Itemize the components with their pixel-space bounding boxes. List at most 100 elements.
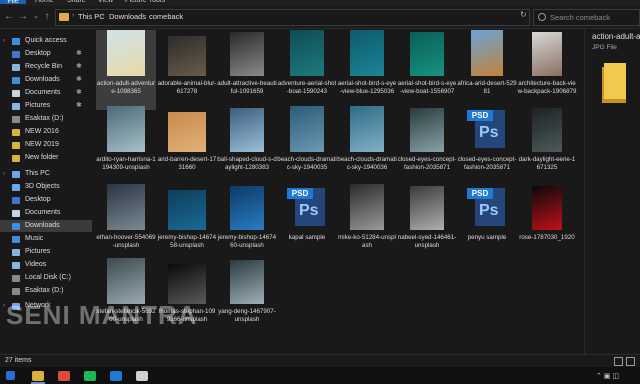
sidebar-item-documents[interactable]: Documents ✱ (0, 87, 92, 99)
file-tile[interactable]: jeremy-bishop-1467458-unsplash (157, 184, 217, 264)
chrome-icon[interactable] (58, 371, 70, 381)
file-tile[interactable]: action-adult-adventure-1098365 (96, 30, 156, 110)
up-arrow-icon[interactable]: ↑ (41, 10, 53, 24)
search-icon (538, 13, 546, 21)
file-tile[interactable]: aerial-shot-bird-s-eye-view-boat-1556907 (397, 30, 457, 110)
sidebar-item-downloads[interactable]: Downloads (0, 220, 92, 232)
image-thumbnail (168, 264, 206, 304)
file-name: penyu sample (467, 234, 507, 241)
tab-picture-tools[interactable]: Picture Tools (125, 0, 165, 5)
file-tile[interactable]: PSD Ps closed-eyes-concept-fashion-2035871 (457, 106, 517, 186)
file-name: yang-deng-1467907-unsplash (218, 308, 276, 323)
file-tile[interactable]: aerial-shot-bird-s-eye-view-blue-1295036 (337, 30, 397, 110)
breadcrumb-this-pc[interactable]: This PC (78, 12, 105, 21)
sidebar-item-pictures[interactable]: Pictures (0, 246, 92, 258)
sidebar-item-esaktax-d[interactable]: Esaktax (D:) (0, 285, 92, 297)
image-thumbnail (230, 32, 264, 76)
sidebar-item-new-folder[interactable]: New folder (0, 152, 92, 164)
file-tile[interactable]: beach-clouds-dramatic-sky-1940035 (277, 106, 337, 186)
tab-share[interactable]: Share (67, 0, 86, 5)
sidebar-item-pictures[interactable]: Pictures ✱ (0, 100, 92, 112)
file-tile[interactable]: jeremy-bishop-1467460-unsplash (217, 184, 277, 264)
search-input[interactable]: Search comeback (533, 9, 640, 26)
sidebar-item-label: Videos (25, 261, 47, 268)
file-tile[interactable]: adventure-aerial-shot-boat-1590243 (277, 30, 337, 110)
sidebar-item-documents[interactable]: Documents (0, 207, 92, 219)
file-name: arid-barren-desert-1731660 (157, 156, 217, 171)
file-tile[interactable]: ball-shaped-cloud-s-daylight-1280383 (217, 106, 277, 186)
tab-file[interactable]: File (0, 0, 26, 5)
image-thumbnail (350, 106, 384, 152)
chevron-right-icon[interactable]: › (3, 35, 5, 47)
chevron-right-icon[interactable]: › (3, 300, 5, 312)
file-name: closed-eyes-concept-fashion-2035871 (457, 156, 517, 171)
large-icons-view-icon[interactable] (626, 357, 635, 366)
sidebar-item-downloads[interactable]: Downloads ✱ (0, 74, 92, 86)
file-tile[interactable]: ardito-ryan-harrisna-1194309-unsplash (96, 106, 156, 186)
file-tile[interactable]: ethan-hoover-554069-unsplash (96, 184, 156, 264)
sidebar-item-this-pc[interactable]: › This PC (0, 168, 92, 180)
file-tile[interactable]: africa-arid-desert-52981 (457, 30, 517, 110)
sidebar-item-3d-objects[interactable]: 3D Objects (0, 181, 92, 193)
image-thumbnail (532, 186, 562, 230)
file-tile[interactable]: closed-eyes-concept-fashion-2035871 (397, 106, 457, 186)
file-tile[interactable]: yang-deng-1467907-unsplash (217, 258, 277, 338)
file-tile[interactable]: PSD Ps kapal sample (277, 184, 337, 264)
file-tile[interactable]: architecture-back-view-backpack-1906879 (517, 30, 577, 110)
sidebar-item-music[interactable]: Music (0, 233, 92, 245)
file-name: adorable-animal-blur-617278 (157, 80, 217, 95)
file-tile[interactable]: beach-clouds-dramatic-sky-1940036 (337, 106, 397, 186)
sidebar-item-label: New folder (25, 154, 59, 161)
download-icon (12, 77, 20, 84)
breadcrumb-comeback[interactable]: comeback (149, 12, 183, 21)
drive-icon (12, 275, 20, 282)
file-tile[interactable]: adult-attractive-beautiful-1091659 (217, 30, 277, 110)
address-bar[interactable]: › This PC › Downloads › comeback (55, 9, 530, 26)
file-tile[interactable]: arid-barren-desert-1731660 (157, 106, 217, 186)
sidebar-item-recycle-bin[interactable]: Recycle Bin ✱ (0, 61, 92, 73)
details-view-icon[interactable] (614, 357, 623, 366)
photoshop-icon[interactable] (110, 371, 122, 381)
file-explorer-icon[interactable] (32, 371, 44, 381)
file-tile[interactable]: rose-1787030_1920 (517, 184, 577, 264)
file-tile[interactable]: mike-ko-51284-unsplash (337, 184, 397, 264)
refresh-icon[interactable]: ↻ (520, 10, 530, 20)
file-name: aerial-shot-bird-s-eye-view-blue-1295036 (337, 80, 397, 95)
file-name: jeremy-bishop-1467458-unsplash (157, 234, 217, 249)
sidebar-item-esaktax-d[interactable]: Esaktax (D:) (0, 113, 92, 125)
file-tile[interactable]: adorable-animal-blur-617278 (157, 30, 217, 110)
psd-file-icon: PSD Ps (287, 188, 327, 226)
window-icon[interactable] (136, 371, 148, 381)
back-arrow-icon[interactable]: ← (3, 10, 15, 24)
download-icon (12, 223, 20, 230)
image-thumbnail (532, 108, 562, 152)
forward-arrow-icon[interactable]: → (17, 10, 29, 24)
sidebar-item-videos[interactable]: Videos (0, 259, 92, 271)
sidebar-item-desktop[interactable]: Desktop ✱ (0, 48, 92, 60)
sidebar-item-label: Quick access (25, 37, 67, 44)
chevron-right-icon[interactable]: › (3, 168, 5, 180)
image-thumbnail (168, 190, 206, 230)
pin-icon: ✱ (76, 89, 82, 96)
chevron-right-icon: › (142, 12, 145, 19)
sidebar-item-quick-access[interactable]: › Quick access (0, 35, 92, 47)
file-tile[interactable]: PSD Ps penyu sample (457, 184, 517, 264)
file-tile[interactable]: dark-daylight-eerie-1671325 (517, 106, 577, 186)
image-thumbnail (350, 184, 384, 230)
breadcrumb-downloads[interactable]: Downloads (109, 12, 146, 21)
spotify-icon[interactable] (84, 371, 96, 381)
sidebar-item-local-disk-c[interactable]: Local Disk (C:) (0, 272, 92, 284)
windows-start-icon[interactable] (6, 371, 15, 380)
file-tile[interactable]: nabeel-syed-146461-unsplash (397, 184, 457, 264)
tab-home[interactable]: Home (35, 0, 54, 5)
sidebar-item-label: Documents (25, 209, 61, 216)
sidebar-item-label: Downloads (25, 222, 60, 229)
sidebar-item-label: Esaktax (D:) (25, 115, 64, 122)
sidebar-item-desktop[interactable]: Desktop (0, 194, 92, 206)
tab-view[interactable]: View (98, 0, 113, 5)
image-thumbnail (107, 258, 145, 304)
sidebar-item-label: Local Disk (C:) (25, 274, 71, 281)
sidebar-item-new-2016[interactable]: NEW 2016 (0, 126, 92, 138)
sidebar-item-new-2019[interactable]: NEW 2019 (0, 139, 92, 151)
file-name: mike-ko-51284-unsplash (338, 234, 396, 249)
